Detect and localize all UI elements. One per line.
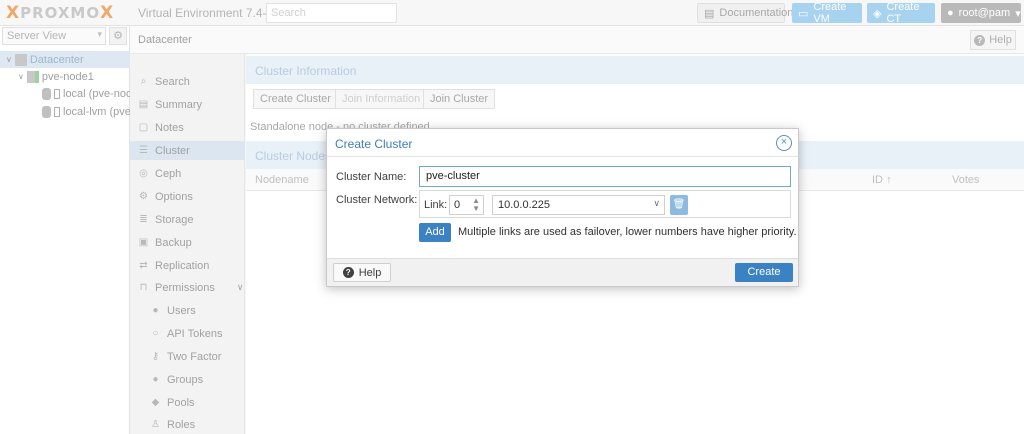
replication-icon: ⇄ — [139, 260, 148, 271]
storage-status-icon — [54, 88, 60, 99]
menu-item-ceph[interactable]: ◎ Ceph — [130, 164, 245, 183]
join-cluster-button[interactable]: Join Cluster — [423, 89, 496, 109]
server-icon: ☰ — [139, 145, 148, 156]
dialog-header: Create Cluster × — [327, 129, 798, 157]
dialog-title: Create Cluster — [335, 137, 413, 151]
stepper-arrows-icon[interactable]: ▲ ▼ — [472, 197, 480, 213]
cluster-info-title: Cluster Information — [246, 56, 1024, 84]
question-icon: ? — [342, 267, 354, 278]
unlock-icon: ⊓ — [139, 282, 148, 293]
tree-item-pve-node1[interactable]: ∨ pve-node1 — [18, 68, 94, 85]
user-outline-icon: ○ — [152, 328, 159, 339]
menu-item-groups[interactable]: ● Groups — [130, 370, 245, 389]
tags-icon: ◆ — [151, 397, 160, 408]
notes-icon: ▢ — [138, 122, 149, 133]
database-icon: ≣ — [139, 214, 148, 225]
floppy-icon: ▣ — [138, 237, 149, 248]
menu-item-users[interactable]: ● Users — [130, 301, 245, 320]
link-priority-note: Multiple links are used as failover, low… — [458, 226, 797, 238]
content-header: Datacenter ? Help — [130, 26, 1024, 54]
cluster-name-label: Cluster Name: — [336, 171, 407, 183]
cube-icon: ◈ — [873, 7, 882, 20]
menu-item-notes[interactable]: ▢ Notes — [130, 118, 245, 137]
menu-item-options[interactable]: ⚙ Options — [130, 187, 245, 206]
link-label: Link: — [424, 199, 448, 211]
collapse-icon: ∨ — [6, 55, 12, 64]
menu-item-summary[interactable]: ▤ Summary — [130, 95, 245, 114]
user-icon: ● — [152, 305, 159, 316]
close-icon[interactable]: × — [776, 135, 792, 151]
top-bar: X PROXMO X Virtual Environment 7.4-3 Searc… — [0, 0, 1024, 26]
tree-item-datacenter[interactable]: ∨ Datacenter — [0, 51, 130, 68]
join-information-button[interactable]: Join Information — [335, 89, 428, 109]
search-icon: ⌕ — [140, 76, 147, 87]
menu-item-pools[interactable]: ◆ Pools — [130, 393, 245, 412]
menu-item-two-factor[interactable]: ⚷ Two Factor — [130, 347, 245, 366]
node-icon — [26, 70, 39, 83]
create-ct-button[interactable]: ◈ Create CT — [867, 1, 935, 25]
create-cluster-button[interactable]: Create Cluster — [253, 89, 338, 109]
chevron-down-icon: ∨ — [236, 282, 244, 292]
sort-asc-icon: ↑ — [886, 174, 892, 186]
documentation-button[interactable]: ▤ Documentation — [697, 3, 793, 23]
storage-status-icon — [54, 106, 60, 117]
add-link-button[interactable]: Add — [419, 223, 451, 242]
logo-text: PROXMO — [20, 4, 101, 22]
collapse-icon: ∨ — [18, 72, 24, 81]
gear-icon[interactable]: ⚙ — [109, 27, 127, 45]
column-votes[interactable]: Votes — [952, 174, 980, 186]
chevron-down-icon: ∨ — [653, 198, 660, 208]
create-vm-button[interactable]: ▭ Create VM — [792, 1, 862, 25]
menu-item-backup[interactable]: ▣ Backup — [130, 233, 245, 252]
male-icon: ♙ — [151, 419, 160, 430]
dialog-footer: ? Help Create — [327, 258, 798, 286]
column-id[interactable]: ID ↑ — [872, 174, 892, 186]
resource-tree-panel: Server View ▾ ⚙ ∨ Datacenter ∨ pve-node1… — [0, 26, 169, 434]
chevron-down-icon: ▾ — [97, 29, 102, 39]
key-icon: ⚷ — [151, 351, 160, 362]
users-icon: ● — [152, 374, 159, 385]
column-nodename[interactable]: Nodename — [255, 174, 309, 186]
question-icon: ? — [974, 34, 986, 46]
book-icon: ▤ — [138, 99, 149, 110]
cluster-network-label: Cluster Network: — [336, 194, 418, 206]
menu-item-permissions[interactable]: ⊓ Permissions ∨ — [130, 278, 245, 297]
menu-item-replication[interactable]: ⇄ Replication — [130, 256, 245, 275]
product-version: Virtual Environment 7.4-3 — [138, 6, 274, 20]
storage-icon — [42, 105, 51, 118]
datacenter-menu: ⌕ Search ▤ Summary ▢ Notes ☰ Cluster ◎ Ceph ⚙… — [130, 54, 245, 434]
menu-item-cluster[interactable]: ☰ Cluster — [130, 141, 245, 160]
page-title: Datacenter — [138, 34, 192, 46]
user-icon: ● — [947, 7, 954, 19]
gear-icon: ⚙ — [139, 191, 148, 202]
user-menu-button[interactable]: ● root@pam ▾ — [941, 3, 1021, 23]
create-button[interactable]: Create — [735, 263, 793, 282]
menu-item-roles[interactable]: ♙ Roles — [130, 415, 245, 434]
search-input[interactable]: Search — [266, 3, 397, 23]
link-number-stepper[interactable]: 0 ▲ ▼ — [449, 195, 484, 215]
trash-icon[interactable]: 🗑 — [670, 195, 688, 215]
menu-item-api-tokens[interactable]: ○ API Tokens — [130, 324, 245, 343]
desktop-icon: ▭ — [798, 7, 809, 20]
create-cluster-dialog: Create Cluster × Cluster Name: pve-clust… — [326, 128, 799, 287]
menu-item-storage[interactable]: ≣ Storage — [130, 210, 245, 229]
link-address-select[interactable]: 10.0.0.225 ∨ — [492, 195, 665, 215]
cluster-network-field: Link: 0 ▲ ▼ 10.0.0.225 ∨ 🗑 — [419, 190, 791, 218]
datacenter-icon — [14, 53, 27, 66]
menu-item-search[interactable]: ⌕ Search — [130, 72, 245, 91]
server-view-select[interactable]: Server View ▾ — [2, 27, 106, 45]
help-button[interactable]: ? Help — [970, 30, 1016, 50]
storage-icon — [42, 87, 51, 100]
chevron-down-icon: ▾ — [1015, 7, 1021, 20]
ceph-icon: ◎ — [139, 168, 148, 179]
proxmox-logo[interactable]: X PROXMO X — [6, 3, 114, 23]
dialog-help-button[interactable]: ? Help — [333, 263, 391, 282]
cluster-name-input[interactable]: pve-cluster — [419, 166, 791, 187]
book-icon: ▤ — [704, 7, 715, 20]
